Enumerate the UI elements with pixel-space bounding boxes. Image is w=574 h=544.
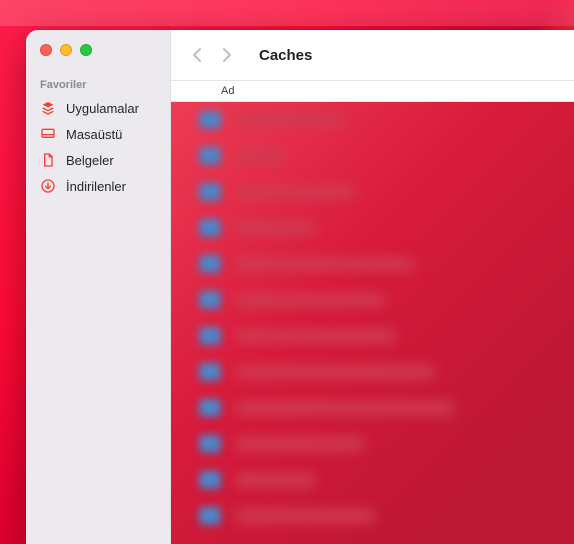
- macos-menubar: [0, 0, 574, 26]
- sidebar-item-desktop[interactable]: Masaüstü: [26, 121, 170, 147]
- item-name-blurred: [235, 149, 285, 163]
- back-button[interactable]: [185, 44, 209, 66]
- folder-icon: [199, 255, 221, 273]
- folder-icon: [199, 435, 221, 453]
- content-pane: Caches Ad: [171, 30, 574, 544]
- item-name-blurred: [235, 293, 385, 307]
- list-item: [171, 426, 574, 462]
- minimize-button[interactable]: [60, 44, 72, 56]
- folder-icon: [199, 147, 221, 165]
- item-name-blurred: [235, 437, 365, 451]
- sidebar-item-downloads[interactable]: İndirilenler: [26, 173, 170, 199]
- list-item: [171, 138, 574, 174]
- forward-button[interactable]: [215, 44, 239, 66]
- sidebar-item-documents[interactable]: Belgeler: [26, 147, 170, 173]
- list-item: [171, 390, 574, 426]
- folder-icon: [199, 471, 221, 489]
- sidebar: Favoriler Uygulamalar: [26, 30, 171, 544]
- sidebar-section-label: Favoriler: [26, 74, 170, 95]
- document-icon: [40, 152, 56, 168]
- folder-icon: [199, 399, 221, 417]
- toolbar: Caches: [171, 30, 574, 80]
- list-item: [171, 282, 574, 318]
- list-item: [171, 498, 574, 534]
- apps-icon: [40, 100, 56, 116]
- folder-icon: [199, 327, 221, 345]
- item-name-blurred: [235, 365, 435, 379]
- column-header-name[interactable]: Ad: [221, 85, 234, 97]
- zoom-button[interactable]: [80, 44, 92, 56]
- list-item: [171, 354, 574, 390]
- item-name-blurred: [235, 401, 455, 415]
- file-list-blurred: [171, 102, 574, 544]
- folder-icon: [199, 507, 221, 525]
- item-name-blurred: [235, 257, 415, 271]
- item-name-blurred: [235, 509, 375, 523]
- desktop-background: Favoriler Uygulamalar: [0, 0, 574, 544]
- item-name-blurred: [235, 329, 395, 343]
- list-item: [171, 246, 574, 282]
- window-controls: [26, 44, 170, 74]
- folder-icon: [199, 183, 221, 201]
- column-header-row: Ad: [171, 80, 574, 102]
- desktop-icon: [40, 126, 56, 142]
- sidebar-item-label: Belgeler: [66, 153, 114, 168]
- download-icon: [40, 178, 56, 194]
- item-name-blurred: [235, 185, 355, 199]
- folder-icon: [199, 363, 221, 381]
- item-name-blurred: [235, 113, 345, 127]
- item-name-blurred: [235, 473, 315, 487]
- sidebar-item-applications[interactable]: Uygulamalar: [26, 95, 170, 121]
- folder-icon: [199, 111, 221, 129]
- list-item: [171, 174, 574, 210]
- folder-icon: [199, 291, 221, 309]
- list-item: [171, 318, 574, 354]
- folder-icon: [199, 219, 221, 237]
- list-item: [171, 102, 574, 138]
- window-title: Caches: [259, 47, 312, 64]
- sidebar-item-label: Masaüstü: [66, 127, 122, 142]
- close-button[interactable]: [40, 44, 52, 56]
- item-name-blurred: [235, 221, 315, 235]
- sidebar-item-label: İndirilenler: [66, 179, 126, 194]
- list-item: [171, 462, 574, 498]
- list-item: [171, 210, 574, 246]
- sidebar-item-label: Uygulamalar: [66, 101, 139, 116]
- finder-window: Favoriler Uygulamalar: [26, 30, 574, 544]
